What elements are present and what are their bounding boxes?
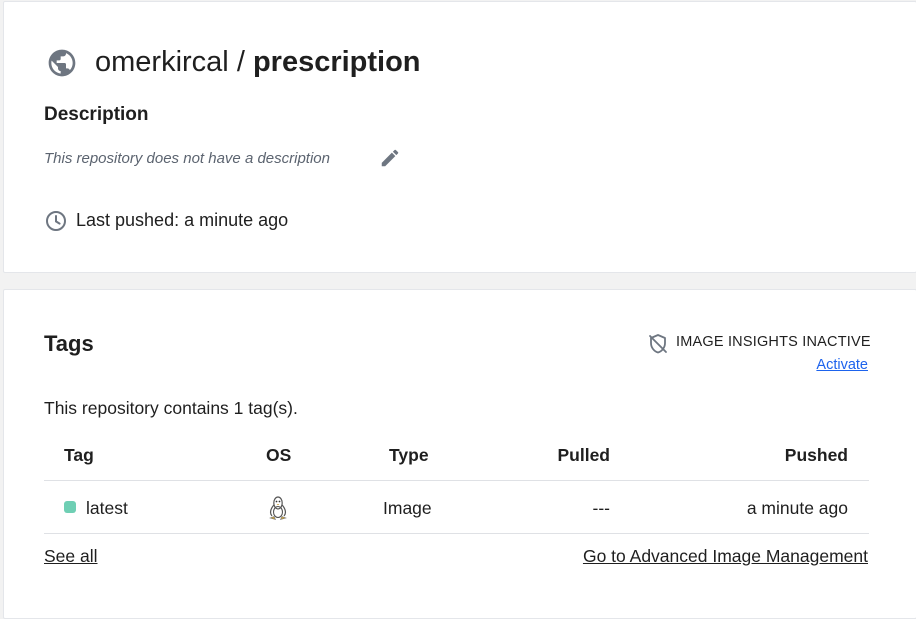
- table-divider: [44, 533, 869, 534]
- linux-icon: [269, 496, 287, 520]
- image-insights-status: IMAGE INSIGHTS INACTIVE: [676, 334, 871, 350]
- advanced-image-management-link[interactable]: Go to Advanced Image Management: [583, 546, 868, 567]
- column-header-tag[interactable]: Tag: [64, 445, 94, 466]
- activate-link[interactable]: Activate: [816, 357, 868, 373]
- column-header-pulled[interactable]: Pulled: [557, 445, 610, 466]
- table-divider: [44, 480, 869, 481]
- tag-name-link[interactable]: latest: [86, 498, 128, 519]
- see-all-link[interactable]: See all: [44, 546, 98, 567]
- tags-card: Tags IMAGE INSIGHTS INACTIVE Activate Th…: [3, 289, 916, 619]
- tag-pushed: a minute ago: [746, 498, 848, 518]
- tags-heading: Tags: [44, 331, 94, 356]
- repository-title: omerkircal / prescription: [95, 42, 421, 82]
- shield-off-icon: [649, 334, 667, 354]
- edit-description-pencil-icon[interactable]: [379, 147, 401, 169]
- tag-count-text: This repository contains 1 tag(s).: [44, 398, 298, 418]
- repository-namespace: omerkircal: [95, 46, 229, 78]
- repository-info-card: omerkircal / prescription Description Th…: [3, 1, 916, 273]
- column-header-pushed[interactable]: Pushed: [785, 445, 848, 466]
- column-header-os[interactable]: OS: [266, 445, 291, 466]
- column-header-type[interactable]: Type: [389, 445, 429, 466]
- title-separator: /: [236, 46, 245, 78]
- description-heading: Description: [44, 104, 149, 125]
- tag-status-indicator: [64, 501, 76, 513]
- tag-type: Image: [383, 498, 432, 518]
- tag-pulled: ---: [592, 498, 610, 518]
- globe-icon: [48, 49, 76, 77]
- repository-name: prescription: [252, 46, 421, 78]
- last-pushed-text: Last pushed: a minute ago: [76, 210, 289, 230]
- clock-icon: [46, 211, 66, 231]
- description-text: This repository does not have a descript…: [44, 150, 330, 167]
